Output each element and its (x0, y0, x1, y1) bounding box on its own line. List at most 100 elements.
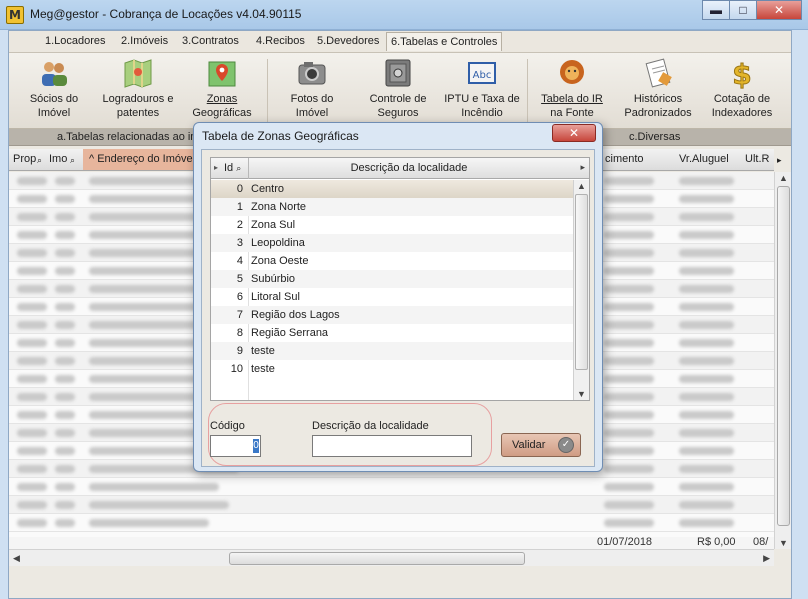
col-ultimo[interactable]: Ult.R (745, 153, 769, 165)
zonas-vertical-scrollbar[interactable]: ▲ ▼ (573, 180, 589, 400)
row-id: 1 (236, 201, 243, 213)
row-description: Zona Sul (251, 219, 296, 231)
zonas-table-header: ▸ Id ⌕ Descrição da localidade ▸ (211, 158, 589, 179)
search-icon: ⌕ (70, 155, 76, 165)
toolbar: Sócios do Imóvel Logradouros e patentes … (9, 53, 791, 129)
menu-tabelas-controles[interactable]: 6.Tabelas e Controles (386, 32, 503, 51)
tool-label-line2: Incêndio (461, 107, 503, 119)
menu-locadores[interactable]: 1.Locadores (45, 35, 106, 47)
row-description: Litoral Sul (251, 291, 300, 303)
group-label-tabelas: a.Tabelas relacionadas ao im (57, 131, 200, 143)
svg-text:$: $ (732, 58, 751, 89)
tool-socios-imovel[interactable]: Sócios do Imóvel (11, 57, 97, 127)
abc-icon: Abc (466, 57, 498, 89)
chevron-right-icon[interactable]: ▸ (777, 155, 782, 166)
table-row[interactable]: 3 Leopoldina (211, 234, 573, 252)
maximize-button[interactable]: □ (729, 0, 757, 20)
col-id-label: Id (224, 162, 234, 174)
window-controls: ▬ □ ✕ (702, 0, 802, 20)
col-imo[interactable]: Imo (49, 153, 67, 165)
tool-label-line1: Sócios do (29, 93, 79, 105)
zonas-dialog: Tabela de Zonas Geográficas ✕ ▸ Id ⌕ Des… (193, 122, 603, 472)
scroll-down-icon[interactable]: ▼ (779, 538, 788, 548)
codigo-input[interactable]: 0 (210, 435, 261, 457)
check-icon: ✓ (558, 437, 574, 453)
codigo-label: Código (210, 420, 245, 432)
table-row[interactable]: 1 Zona Norte (211, 198, 573, 216)
scroll-left-icon[interactable]: ◀ (13, 553, 20, 564)
table-row[interactable]: 7 Região dos Lagos (211, 306, 573, 324)
row-id: 7 (236, 309, 243, 321)
table-row[interactable]: 8 Região Serrana (211, 324, 573, 342)
scroll-thumb[interactable] (777, 186, 790, 526)
scroll-thumb[interactable] (575, 194, 588, 370)
col-id[interactable]: Id ⌕ (224, 162, 241, 174)
row-indicator-icon: ▸ (214, 163, 219, 172)
table-row[interactable] (9, 478, 774, 496)
menu-recibos[interactable]: 4.Recibos (256, 35, 305, 47)
app-logo-icon: M (6, 6, 24, 24)
tool-label-line1: Tabela do IR (541, 93, 603, 105)
tool-label-line1: Históricos (633, 93, 683, 105)
scroll-right-icon[interactable]: ▶ (763, 553, 770, 564)
footer-last: 08/ (753, 536, 769, 548)
table-row[interactable]: 0 Centro (211, 180, 573, 198)
dialog-close-button[interactable]: ✕ (552, 124, 596, 142)
menu-imoveis[interactable]: 2.Imóveis (121, 35, 168, 47)
col-endereco-label: Endereço do Imóvel (97, 153, 196, 165)
tool-logradouros[interactable]: Logradouros e patentes (95, 57, 181, 127)
table-row[interactable]: 9 teste (211, 342, 573, 360)
grid-vertical-scrollbar[interactable]: ▲ ▼ (774, 172, 791, 549)
row-description: Zona Norte (251, 201, 307, 213)
descricao-input[interactable] (312, 435, 472, 457)
row-id: 0 (236, 183, 243, 195)
tool-zonas-geograficas[interactable]: Zonas Geográficas (179, 57, 265, 127)
col-prop[interactable]: Prop (13, 153, 36, 165)
minimize-button[interactable]: ▬ (702, 0, 730, 20)
tool-cotacao-indexadores[interactable]: $ Cotação de Indexadores (699, 57, 785, 127)
table-row[interactable]: 6 Litoral Sul (211, 288, 573, 306)
col-valor-aluguel[interactable]: Vr.Aluguel (679, 153, 729, 165)
search-icon: ⌕ (236, 163, 242, 173)
row-description: Zona Oeste (251, 255, 309, 267)
validar-label: Validar (512, 439, 546, 451)
tool-historicos[interactable]: Históricos Padronizados (615, 57, 701, 127)
tool-fotos-imovel[interactable]: Fotos do Imóvel (269, 57, 355, 127)
row-description: Centro (251, 183, 285, 195)
lion-icon (556, 57, 588, 89)
tool-iptu-taxa[interactable]: Abc IPTU e Taxa de Incêndio (439, 57, 525, 127)
col-descricao[interactable]: Descrição da localidade (249, 162, 569, 174)
row-id: 5 (236, 273, 243, 285)
row-description: Região dos Lagos (251, 309, 340, 321)
menu-devedores[interactable]: 5.Devedores (317, 35, 379, 47)
tool-label-line2: Indexadores (711, 107, 773, 119)
table-row[interactable] (9, 514, 774, 532)
tool-controle-seguros[interactable]: Controle de Seguros (355, 57, 441, 127)
table-row[interactable] (9, 496, 774, 514)
descricao-label: Descrição da localidade (312, 420, 429, 432)
validar-button[interactable]: Validar ✓ (501, 433, 581, 457)
tool-label-line1: Fotos do (290, 93, 334, 105)
row-id: 9 (236, 345, 243, 357)
tool-label-line2: Geográficas (192, 107, 252, 119)
dollar-icon: $ (726, 57, 758, 92)
app-title: Meg@gestor - Cobrança de Locações v4.04.… (30, 7, 302, 21)
scroll-up-icon[interactable]: ▲ (577, 181, 586, 191)
table-row[interactable]: 4 Zona Oeste (211, 252, 573, 270)
tool-label-line2: Imóvel (37, 107, 71, 119)
col-vencimento[interactable]: cimento (605, 153, 644, 165)
scroll-thumb[interactable] (229, 552, 525, 565)
col-endereco[interactable]: ^ Endereço do Imóvel (83, 149, 202, 170)
tool-tabela-ir[interactable]: Tabela do IR na Fonte (529, 57, 615, 127)
table-row[interactable]: 2 Zona Sul (211, 216, 573, 234)
grid-horizontal-scrollbar[interactable]: ◀ ▶ (9, 549, 774, 566)
table-row[interactable]: 5 Subúrbio (211, 270, 573, 288)
row-id: 6 (236, 291, 243, 303)
row-id: 8 (236, 327, 243, 339)
menu-contratos[interactable]: 3.Contratos (182, 35, 239, 47)
chevron-right-icon[interactable]: ▸ (580, 162, 585, 173)
scroll-up-icon[interactable]: ▲ (779, 173, 788, 183)
close-button[interactable]: ✕ (756, 0, 802, 20)
table-row[interactable]: 10 teste (211, 360, 573, 378)
scroll-down-icon[interactable]: ▼ (577, 389, 586, 399)
